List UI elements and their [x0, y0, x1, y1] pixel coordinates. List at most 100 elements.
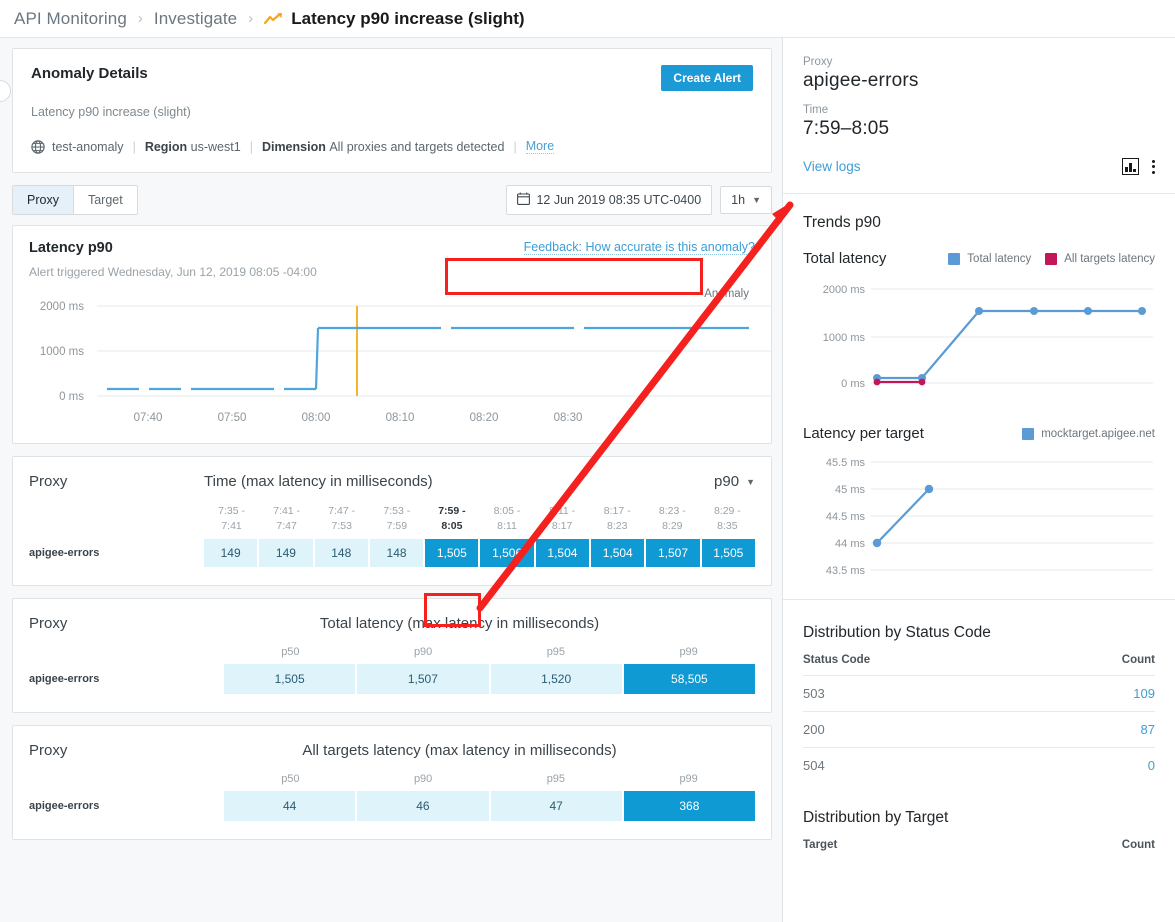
latency-cell[interactable]: 1,507: [646, 539, 702, 568]
table-row: apigee-errors 149 149 148 148 1,505 1,50…: [29, 539, 755, 568]
bar-chart-icon[interactable]: [1122, 158, 1139, 175]
table-header-row: Status Code Count: [803, 654, 1155, 676]
distribution-status-title: Distribution by Status Code: [803, 624, 991, 641]
status-count-value[interactable]: 87: [1038, 711, 1155, 748]
details-sidebar: Proxy apigee-errors Time 7:59–8:05 View …: [783, 38, 1175, 922]
bucket-to: 7:41: [221, 519, 242, 532]
sidebar-icon-group: [1122, 158, 1155, 175]
svg-text:45 ms: 45 ms: [835, 484, 865, 496]
filters-toolbar: Proxy Target 12 Jun 2019 08:35 UTC-0400 …: [12, 185, 772, 215]
proxy-row-label: apigee-errors: [29, 800, 100, 813]
svg-text:44.5 ms: 44.5 ms: [826, 511, 866, 523]
percentile-header: p90: [413, 646, 433, 659]
latency-cell[interactable]: 1,504: [591, 539, 647, 568]
date-picker[interactable]: 12 Jun 2019 08:35 UTC-0400: [506, 185, 713, 215]
legend-swatch-all-targets: [1045, 252, 1058, 265]
status-code-value: 200: [803, 711, 1039, 748]
latency-per-target-mini-plot[interactable]: 45.5 ms 45 ms 44.5 ms 44 ms 43.5 ms: [803, 450, 1155, 585]
legend-label: Total latency: [967, 252, 1032, 265]
percentile-headers: p50 p90 p95 p99: [29, 773, 755, 785]
anomaly-dimension-label: Dimension: [261, 139, 326, 154]
all-targets-table-title: All targets latency (max latency in mill…: [302, 742, 617, 760]
percentile-cell[interactable]: 368: [623, 791, 755, 822]
legend-label: mocktarget.apigee.net: [1041, 427, 1155, 440]
bucket-to: 8:29: [662, 519, 683, 532]
anomaly-subtitle: Latency p90 increase (slight): [31, 105, 191, 119]
feedback-link[interactable]: Feedback: How accurate is this anomaly?: [523, 240, 755, 255]
latency-cell[interactable]: 1,505: [701, 539, 755, 568]
bucket-header: 8:17 - 8:23: [590, 504, 645, 533]
date-picker-value: 12 Jun 2019 08:35 UTC-0400: [536, 193, 702, 207]
percentile-header: p99: [679, 646, 698, 659]
breadcrumb: API Monitoring › Investigate › Latency p…: [0, 0, 1175, 38]
svg-text:45.5 ms: 45.5 ms: [826, 457, 866, 469]
latency-plot[interactable]: 2000 ms 1000 ms 0 ms 07:40 07:50 08:00 0…: [29, 293, 771, 433]
time-bucket-headers: 7:35 -7:41 7:41 -7:47 7:47 -7:53 7:53 -7…: [29, 504, 755, 533]
count-header: Count: [1121, 839, 1155, 851]
percentile-header: p95: [546, 646, 566, 659]
bucket-from: 7:35 -: [218, 505, 245, 517]
percentile-cell[interactable]: 1,505: [224, 664, 358, 695]
legend-item: Total latency: [948, 252, 1032, 265]
page-title: Latency p90 increase (slight): [291, 8, 525, 28]
bucket-header-selected: 7:59 - 8:05: [424, 504, 479, 533]
bucket-header: 8:05 - 8:11: [479, 504, 534, 533]
percentile-cell[interactable]: 58,505: [623, 664, 755, 695]
legend-swatch-mocktarget: [1022, 427, 1035, 440]
legend-item: All targets latency: [1045, 252, 1155, 265]
time-range-select[interactable]: 1h ▼: [720, 186, 772, 214]
total-latency-table-card: Proxy Total latency (max latency in mill…: [12, 598, 772, 714]
sidebar-proxy-value: apigee-errors: [803, 70, 919, 91]
bucket-header: 8:11 - 8:17: [535, 504, 590, 533]
breadcrumb-section[interactable]: Investigate: [154, 9, 237, 29]
proxy-column-label: Proxy: [29, 473, 68, 490]
table-row: 504 0: [803, 747, 1155, 783]
percentile-cell[interactable]: 46: [357, 791, 491, 822]
header-spacer: [29, 773, 224, 785]
tab-target[interactable]: Target: [73, 186, 137, 214]
bucket-to: 8:23: [606, 519, 628, 532]
create-alert-button[interactable]: Create Alert: [661, 65, 753, 91]
latency-cell[interactable]: 149: [204, 539, 260, 568]
svg-text:1000 ms: 1000 ms: [823, 332, 866, 344]
total-latency-mini-plot[interactable]: 2000 ms 1000 ms 0 ms: [803, 277, 1155, 407]
percentile-cell[interactable]: 44: [224, 791, 358, 822]
header-spacer: [29, 646, 224, 658]
latency-cell[interactable]: 148: [369, 539, 426, 568]
sidebar-summary: Proxy apigee-errors Time 7:59–8:05 View …: [783, 38, 1175, 175]
breadcrumb-root[interactable]: API Monitoring: [14, 9, 127, 29]
more-link[interactable]: More: [525, 139, 555, 154]
target-header: Target: [803, 839, 838, 851]
percentile-header: p99: [679, 773, 698, 786]
percentile-cell[interactable]: 47: [490, 791, 624, 822]
alert-triggered-text: Alert triggered Wednesday, Jun 12, 2019 …: [29, 265, 317, 279]
latency-cell[interactable]: 1,506: [480, 539, 536, 568]
svg-text:08:20: 08:20: [470, 412, 499, 424]
panel-collapse-handle[interactable]: [0, 80, 11, 102]
bucket-from: 8:23 -: [658, 505, 686, 517]
proxy-column-label: Proxy: [29, 615, 68, 633]
anomaly-header: Anomaly Details Create Alert: [31, 65, 753, 91]
sidebar-time-value: 7:59–8:05: [803, 118, 890, 139]
percentile-cell[interactable]: 1,507: [357, 664, 491, 695]
more-vertical-icon[interactable]: [1152, 159, 1155, 174]
status-count-value[interactable]: 109: [1038, 675, 1155, 712]
percentile-select[interactable]: p90 ▼: [714, 473, 755, 490]
content-area: Anomaly Details Create Alert Latency p90…: [0, 38, 1175, 922]
bucket-to: 7:47: [276, 519, 297, 532]
latency-per-target-chart-header: Latency per target mocktarget.apigee.net: [803, 425, 1155, 442]
view-logs-link[interactable]: View logs: [803, 159, 861, 174]
svg-text:0 ms: 0 ms: [59, 391, 84, 403]
latency-cell[interactable]: 148: [314, 539, 370, 568]
svg-text:07:50: 07:50: [218, 412, 247, 424]
bucket-header: 7:41 - 7:47: [259, 504, 314, 533]
latency-cell[interactable]: 1,504: [535, 539, 592, 568]
status-count-value[interactable]: 0: [1038, 747, 1155, 783]
percentile-header: p95: [546, 773, 566, 786]
total-latency-table-header: Proxy Total latency (max latency in mill…: [29, 615, 755, 632]
percentile-cell[interactable]: 1,520: [490, 664, 624, 695]
proxy-column-label: Proxy: [29, 742, 68, 760]
latency-cell-selected[interactable]: 1,505: [425, 539, 481, 568]
latency-cell[interactable]: 149: [259, 539, 315, 568]
tab-proxy[interactable]: Proxy: [13, 186, 73, 214]
